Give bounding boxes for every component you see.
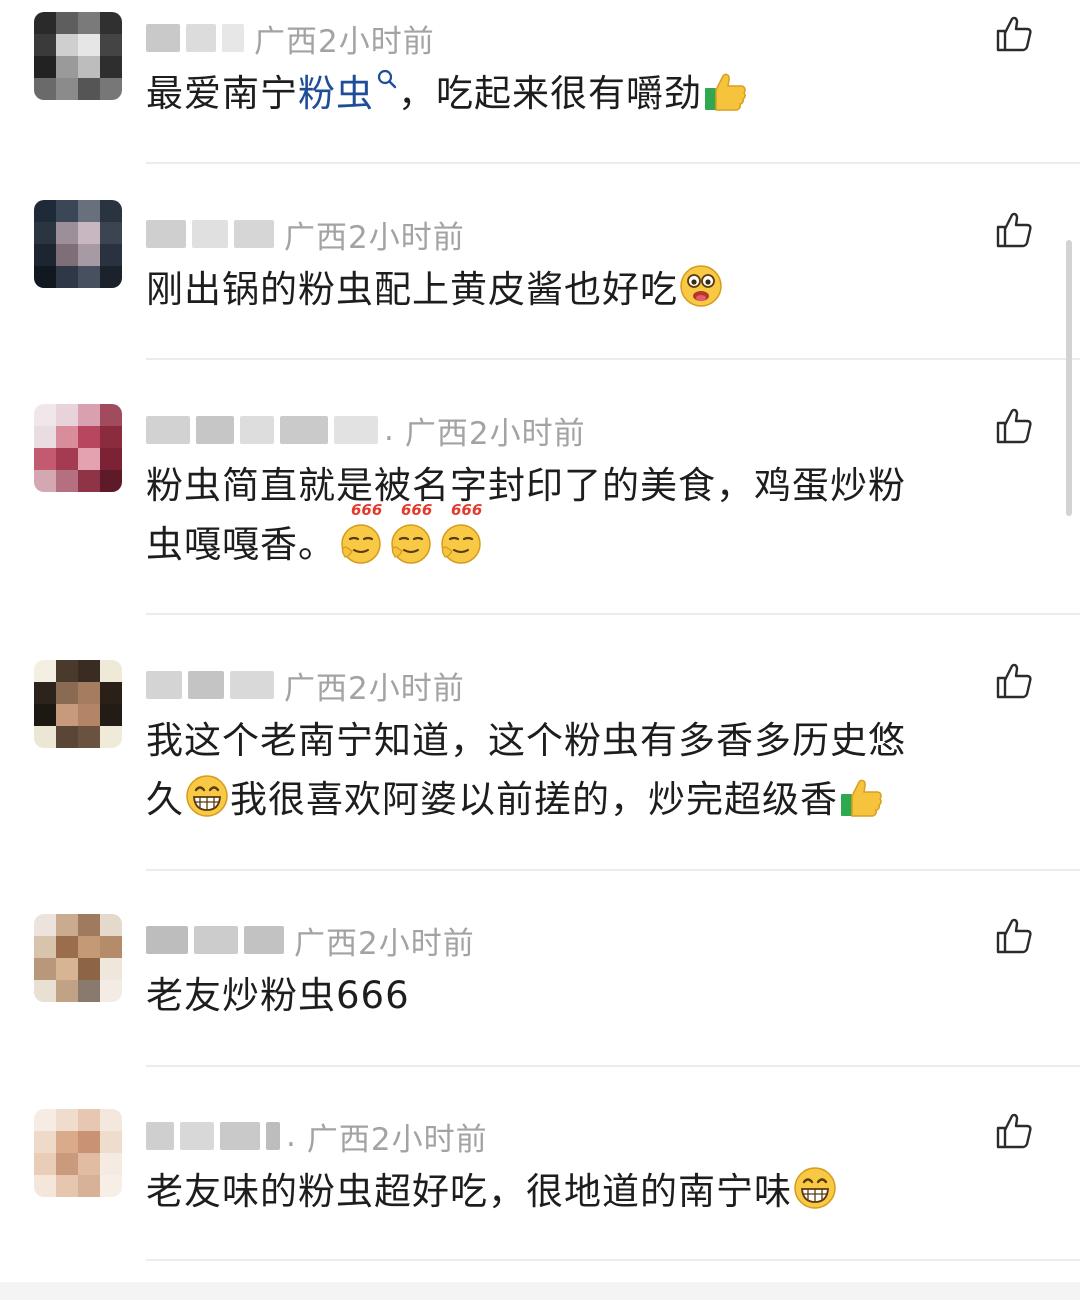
topic-link[interactable]: 粉虫: [298, 69, 398, 115]
like-icon[interactable]: [994, 406, 1034, 446]
avatar[interactable]: [34, 200, 122, 288]
comment-meta: 广西 2小时前: [146, 665, 465, 707]
thumbs-up-icon: [839, 778, 883, 818]
comment-item: 广西 2小时前 老友炒粉虫666: [0, 871, 1080, 1067]
comment-item: 广西 2小时前 最爱南宁粉虫 ，吃起来很有嚼劲: [0, 0, 1080, 164]
avatar[interactable]: [34, 660, 122, 748]
username-blurred[interactable]: [146, 24, 244, 52]
666-face-icon: 666: [337, 503, 385, 565]
comment-time: 2小时前: [348, 670, 465, 707]
comment-region: 广西: [306, 1121, 371, 1158]
comment-meta: . 广西 2小时前: [146, 1116, 488, 1158]
comment-text: 刚出锅的粉虫配上黄皮酱也好吃: [146, 260, 1006, 319]
comment-meta: . 广西 2小时前: [146, 410, 586, 452]
comment-item: 广西 2小时前 我这个老南宁知道，这个粉虫有多香多历史悠 久我很喜欢阿婆以前搓的…: [0, 615, 1080, 871]
search-icon: [377, 69, 397, 89]
comment-time: 2小时前: [318, 23, 435, 60]
like-icon[interactable]: [994, 1111, 1034, 1151]
thumbs-up-icon: [703, 72, 747, 112]
comment-time: 2小时前: [358, 925, 475, 962]
grinning-face-icon: [793, 1166, 837, 1210]
666-face-icon: 666: [437, 503, 485, 565]
comment-meta: 广西 2小时前: [146, 920, 475, 962]
comment-region: 广西: [254, 23, 318, 60]
comment-text: 我这个老南宁知道，这个粉虫有多香多历史悠 久我很喜欢阿婆以前搓的，炒完超级香: [146, 719, 906, 821]
comment-text: 最爱南宁粉虫 ，吃起来很有嚼劲: [146, 64, 1006, 123]
comment-time: 2小时前: [370, 1121, 488, 1158]
bottom-edge: [0, 1282, 1080, 1300]
comment-text: 老友味的粉虫超好吃，很地道的南宁味: [146, 1162, 1006, 1221]
comment-region: 广西: [404, 415, 469, 452]
username-blurred[interactable]: [146, 926, 284, 954]
comment-text: 老友炒粉虫666: [146, 974, 410, 1017]
avatar[interactable]: [34, 914, 122, 1002]
scrollbar[interactable]: [1066, 240, 1072, 516]
like-icon[interactable]: [994, 916, 1034, 956]
username-blurred[interactable]: [146, 671, 274, 699]
like-icon[interactable]: [994, 661, 1034, 701]
comment-text: 粉虫简直就是被名字封印了的美食，鸡蛋炒粉 虫嘎嘎香。 666 666 666: [146, 464, 906, 566]
grinning-face-icon: [185, 774, 229, 818]
username-blurred[interactable]: .: [146, 412, 395, 448]
comment-item: . 广西 2小时前 粉虫简直就是被名字封印了的美食，鸡蛋炒粉 虫嘎嘎香。 666 6…: [0, 360, 1080, 615]
avatar[interactable]: [34, 12, 122, 100]
comment-region: 广西: [284, 219, 348, 256]
username-blurred[interactable]: .: [146, 1118, 297, 1154]
avatar[interactable]: [34, 1109, 122, 1197]
comment-item: 广西 2小时前 刚出锅的粉虫配上黄皮酱也好吃: [0, 164, 1080, 360]
drooling-face-icon: [679, 264, 723, 308]
like-icon[interactable]: [994, 210, 1034, 250]
666-face-icon: 666: [387, 503, 435, 565]
comment-time: 2小时前: [348, 219, 465, 256]
divider: [146, 1259, 1080, 1261]
comment-region: 广西: [294, 925, 358, 962]
comment-time: 2小时前: [468, 415, 586, 452]
like-icon[interactable]: [994, 14, 1034, 54]
comment-meta: 广西 2小时前: [146, 214, 465, 256]
comment-item: . 广西 2小时前 老友味的粉虫超好吃，很地道的南宁味: [0, 1067, 1080, 1267]
comment-meta: 广西 2小时前: [146, 18, 435, 60]
avatar[interactable]: [34, 404, 122, 492]
comment-region: 广西: [284, 670, 348, 707]
username-blurred[interactable]: [146, 220, 274, 248]
